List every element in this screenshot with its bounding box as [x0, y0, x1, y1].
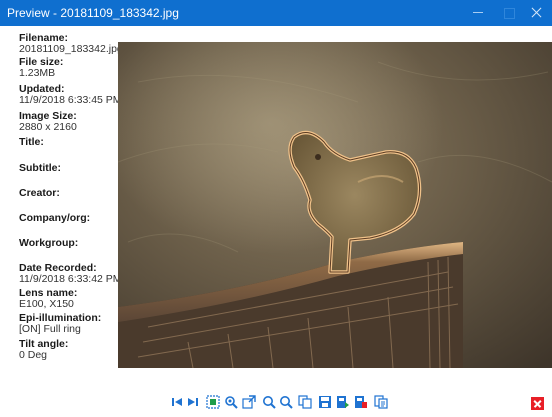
copy-icon[interactable]: [296, 393, 314, 411]
metadata-label: Company/org:: [19, 212, 91, 224]
metadata-updated: Updated: 11/9/2018 6:33:45 PM: [19, 84, 122, 106]
metadata-workgroup: Workgroup:: [19, 238, 119, 249]
metadata-value: 11/9/2018 6:33:45 PM: [19, 94, 122, 106]
close-preview-icon[interactable]: [531, 397, 544, 410]
zoom-icon[interactable]: [222, 393, 240, 411]
zoom-in-icon[interactable]: [260, 393, 278, 411]
metadata-value: 0 Deg: [19, 349, 48, 361]
metadata-image-size: Image Size: 2880 x 2160: [19, 111, 119, 133]
open-external-icon[interactable]: [240, 393, 258, 411]
zoom-out-icon[interactable]: [277, 393, 295, 411]
metadata-label: Title:: [19, 136, 44, 148]
metadata-subtitle: Subtitle:: [19, 163, 119, 174]
microscope-image: [118, 42, 552, 368]
metadata-creator: Creator:: [19, 188, 119, 199]
metadata-value: 20181109_183342.jpg: [19, 43, 123, 55]
close-icon[interactable]: [522, 0, 552, 26]
metadata-value: [ON] Full ring: [19, 323, 81, 335]
image-preview[interactable]: [118, 42, 552, 368]
metadata-value: 11/9/2018 6:33:42 PM: [19, 273, 122, 285]
title-bar: Preview - 20181109_183342.jpg: [0, 0, 552, 26]
compare-icon[interactable]: [352, 393, 370, 411]
save-icon[interactable]: [316, 393, 334, 411]
metadata-title: Title:: [19, 137, 119, 148]
print-icon[interactable]: [372, 393, 390, 411]
export-icon[interactable]: [334, 393, 352, 411]
metadata-value: 1.23MB: [19, 67, 56, 79]
metadata-epi-illumination: Epi-illumination: [ON] Full ring: [19, 313, 119, 335]
metadata-tilt-angle: Tilt angle: 0 Deg: [19, 339, 119, 361]
minimize-icon[interactable]: [454, 0, 500, 26]
metadata-company: Company/org:: [19, 213, 119, 224]
last-image-icon[interactable]: [184, 393, 202, 411]
metadata-file-size: File size: 1.23MB: [19, 57, 119, 79]
metadata-label: Subtitle:: [19, 162, 61, 174]
metadata-value: E100, X150: [19, 298, 74, 310]
fit-to-window-icon[interactable]: [204, 393, 222, 411]
metadata-date-recorded: Date Recorded: 11/9/2018 6:33:42 PM: [19, 263, 122, 285]
metadata-label: Creator:: [19, 187, 60, 199]
window-title: Preview - 20181109_183342.jpg: [7, 6, 179, 20]
metadata-value: 2880 x 2160: [19, 121, 77, 133]
metadata-filename: Filename: 20181109_183342.jpg: [19, 33, 123, 55]
metadata-lens-name: Lens name: E100, X150: [19, 288, 119, 310]
metadata-label: Workgroup:: [19, 237, 79, 249]
